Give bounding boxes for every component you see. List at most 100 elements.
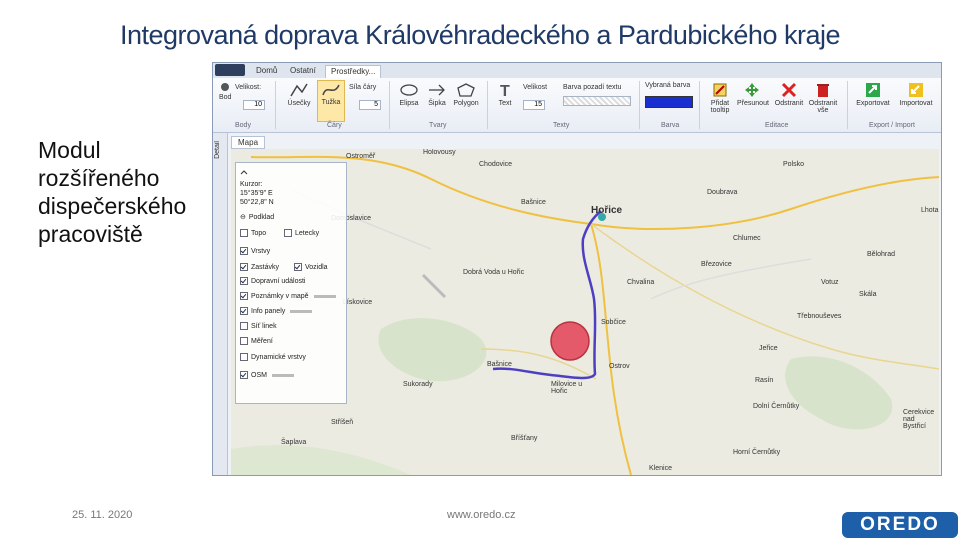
collapse-circle-icon: ⊖ bbox=[240, 214, 246, 221]
layer-osm[interactable]: OSM bbox=[240, 371, 294, 379]
layer-label: Dynamické vrstvy bbox=[251, 353, 306, 361]
group-editace: Editace bbox=[765, 122, 789, 129]
selected-color-swatch[interactable] bbox=[645, 96, 693, 108]
layer-label: Měření bbox=[251, 337, 273, 345]
layer-dopravni-udalosti[interactable]: Dopravní události bbox=[240, 277, 305, 285]
checkbox[interactable] bbox=[284, 229, 292, 237]
move-icon bbox=[745, 83, 759, 97]
checkbox[interactable] bbox=[240, 247, 248, 255]
place-label: Polsko bbox=[783, 161, 805, 168]
cursor-lon: 15°35'9" E bbox=[240, 190, 273, 197]
tab-domu[interactable]: Domů bbox=[251, 65, 282, 78]
delete-all-button[interactable]: Odstranit vše bbox=[807, 82, 839, 114]
group-barva: Barva bbox=[661, 122, 680, 129]
layer-label: Vrstvy bbox=[251, 247, 271, 255]
elipsa-label: Elipsa bbox=[399, 100, 419, 107]
exportovat-label: Exportovat bbox=[856, 100, 890, 107]
checkbox[interactable] bbox=[240, 277, 248, 285]
text-icon: T bbox=[500, 83, 510, 98]
tab-mapa[interactable]: Mapa bbox=[231, 136, 266, 149]
layer-label: Topo bbox=[251, 229, 267, 237]
checkbox[interactable] bbox=[240, 337, 248, 345]
polygon-tool-button[interactable]: Polygon bbox=[451, 82, 481, 107]
line-width-input[interactable]: 5 bbox=[359, 100, 381, 110]
layer-info-panely[interactable]: Info panely bbox=[240, 307, 313, 315]
place-label: Dobrá Voda u Hořic bbox=[463, 269, 525, 276]
export-icon bbox=[866, 83, 880, 97]
detail-side-tab[interactable]: Detail bbox=[213, 133, 228, 475]
layer-label: Vozidla bbox=[305, 263, 328, 271]
tooltip-edit-icon bbox=[713, 83, 727, 97]
checkbox[interactable] bbox=[294, 263, 302, 271]
text-tool-button[interactable]: T Text bbox=[495, 82, 515, 107]
point-icon bbox=[221, 83, 230, 91]
add-tooltip-button[interactable]: Přidat tooltip bbox=[705, 82, 735, 114]
pencil-tool-button[interactable]: Tužka bbox=[317, 80, 345, 122]
footer-url: www.oredo.cz bbox=[447, 509, 516, 521]
layer-topo[interactable]: Topo bbox=[240, 229, 266, 237]
basemap-toggle[interactable]: ⊖ Podklad bbox=[240, 213, 274, 222]
ellipse-tool-button[interactable]: Elipsa bbox=[397, 82, 421, 107]
place-label: Třebnouševes bbox=[797, 313, 842, 320]
app-menu-button[interactable] bbox=[215, 64, 245, 76]
cursor-lat: 50°22,8" N bbox=[240, 199, 274, 206]
layer-label: Poznámky v mapě bbox=[251, 292, 309, 300]
bod-label: Bod bbox=[219, 94, 232, 101]
layer-poznamky[interactable]: Poznámky v mapě bbox=[240, 292, 336, 300]
text-size-input[interactable]: 15 bbox=[523, 100, 545, 110]
opacity-slider[interactable] bbox=[271, 373, 294, 377]
layer-label: OSM bbox=[251, 371, 267, 379]
delete-x-icon bbox=[781, 82, 797, 98]
oredo-logo: OREDO bbox=[842, 512, 958, 538]
move-button[interactable]: Přesunout bbox=[737, 82, 769, 107]
place-label: Jeřice bbox=[759, 345, 778, 352]
cursor-label: Kurzor: bbox=[240, 181, 263, 188]
usecky-label: Úsečky bbox=[287, 100, 311, 107]
text-bg-color-picker[interactable] bbox=[563, 96, 631, 106]
checkbox[interactable] bbox=[240, 353, 248, 361]
ribbon-tabs: Domů Ostatní Prostředky... bbox=[213, 63, 941, 79]
point-tool-button[interactable]: Bod bbox=[219, 82, 231, 101]
layer-letecky[interactable]: Letecky bbox=[284, 229, 319, 237]
export-button[interactable]: Exportovat bbox=[853, 82, 893, 107]
place-label: Chodovice bbox=[479, 161, 513, 168]
odstranit-vse-label: Odstranit vše bbox=[808, 100, 838, 114]
place-label: Sukorady bbox=[403, 381, 433, 388]
layer-mereni[interactable]: Měření bbox=[240, 337, 273, 345]
checkbox[interactable] bbox=[240, 229, 248, 237]
opacity-slider[interactable] bbox=[313, 294, 336, 298]
polyline-icon bbox=[290, 83, 308, 97]
place-label: Dolní Černůtky bbox=[753, 403, 800, 410]
tuzka-label: Tužka bbox=[321, 99, 341, 106]
layers-panel: Kurzor: 15°35'9" E 50°22,8" N ⊖ Podklad T… bbox=[235, 162, 347, 404]
logo-text: OREDO bbox=[860, 514, 940, 535]
import-button[interactable]: Importovat bbox=[895, 82, 937, 107]
sipka-label: Šipka bbox=[428, 100, 446, 107]
detail-label: Detail bbox=[214, 141, 221, 159]
map-view[interactable]: Ostroměř Holovousy Chodovice Domoslavice… bbox=[231, 149, 939, 475]
opacity-slider[interactable] bbox=[290, 309, 313, 313]
tab-prostredky[interactable]: Prostředky... bbox=[325, 65, 382, 78]
arrow-icon bbox=[429, 84, 445, 96]
point-size-input[interactable]: 10 bbox=[243, 100, 265, 110]
place-label: Doubrava bbox=[707, 189, 738, 196]
checkbox[interactable] bbox=[240, 322, 248, 330]
presunout-label: Přesunout bbox=[737, 100, 769, 107]
delete-button[interactable]: Odstranit bbox=[773, 82, 805, 107]
layer-vozidla[interactable]: Vozidla bbox=[294, 263, 328, 271]
layer-dynamicke[interactable]: Dynamické vrstvy bbox=[240, 353, 306, 361]
layer-sit-linek[interactable]: Síť linek bbox=[240, 322, 277, 330]
lines-tool-button[interactable]: Úsečky bbox=[287, 82, 311, 107]
layer-vrstvy[interactable]: Vrstvy bbox=[240, 247, 270, 255]
tab-ostatni[interactable]: Ostatní bbox=[285, 65, 321, 78]
checkbox[interactable] bbox=[240, 263, 248, 271]
panel-collapse[interactable] bbox=[240, 169, 248, 175]
checkbox[interactable] bbox=[240, 371, 248, 379]
layer-zastavky[interactable]: Zastávky bbox=[240, 263, 279, 271]
layer-label: Info panely bbox=[251, 307, 286, 315]
arrow-tool-button[interactable]: Šipka bbox=[425, 82, 449, 107]
checkbox[interactable] bbox=[240, 292, 248, 300]
checkbox[interactable] bbox=[240, 307, 248, 315]
place-label: Milovice u Hořic bbox=[551, 381, 583, 395]
text-size-label: Velikost bbox=[523, 84, 548, 91]
